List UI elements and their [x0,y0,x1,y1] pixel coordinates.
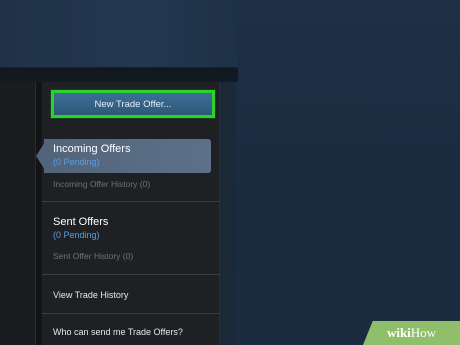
incoming-pending-count: (0 Pending) [53,157,100,167]
incoming-offer-history-link[interactable]: Incoming Offer History (0) [53,179,150,189]
sidebar-divider [219,82,220,345]
section-divider [42,274,220,275]
header-shadow [0,68,238,82]
who-can-send-offers-link[interactable]: Who can send me Trade Offers? [53,327,183,337]
header-banner [0,0,238,68]
wikihow-watermark: wiki How [363,321,460,345]
sent-pending-count: (0 Pending) [53,230,100,240]
page-background [236,0,460,345]
incoming-offers-title[interactable]: Incoming Offers [53,143,130,155]
sent-offer-history-link[interactable]: Sent Offer History (0) [53,251,133,261]
section-divider [42,201,220,202]
trade-offers-sidebar [42,82,220,345]
new-trade-offer-button[interactable]: New Trade Offer... [51,90,215,118]
sent-offers-title[interactable]: Sent Offers [53,216,108,228]
watermark-how-text: How [410,325,437,340]
section-divider [42,313,220,314]
watermark-wiki-text: wiki [386,325,411,340]
view-trade-history-link[interactable]: View Trade History [53,290,128,300]
main-content-panel [0,82,36,345]
